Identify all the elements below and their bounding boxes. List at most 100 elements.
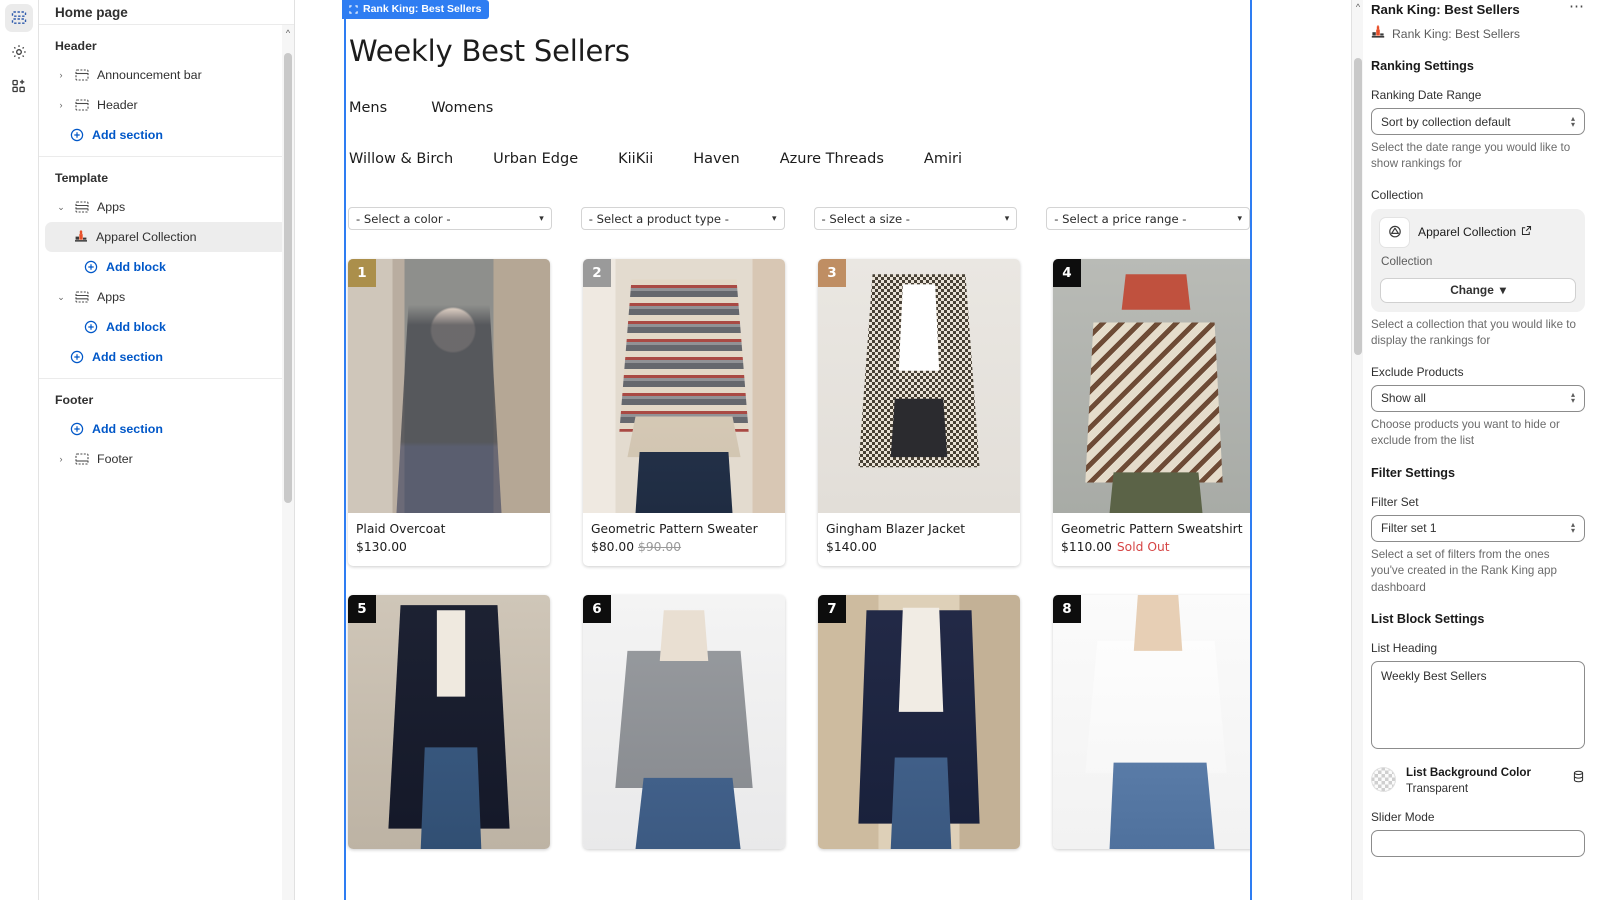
more-options-icon[interactable]: ⋯ [1569,0,1585,14]
ranking-date-range-value: Sort by collection default [1381,114,1511,129]
collection-name-text: Apparel Collection [1418,225,1517,240]
sidebar-item-label: Header [97,98,138,112]
add-section-button-header[interactable]: Add section [45,120,288,150]
transparent-swatch-icon[interactable] [1371,766,1396,792]
product-image: 4 [1053,259,1250,513]
collection-name[interactable]: Apparel Collection [1418,225,1532,239]
chevron-down-icon: ▾ [771,213,777,224]
add-block-button-2[interactable]: Add block [45,312,288,342]
product-price-row: $140.00 [826,540,1012,554]
add-block-button-1[interactable]: Add block [45,252,288,282]
updown-chevrons-icon: ▴ ▾ [1570,390,1575,406]
color-filter-select[interactable]: - Select a color - ▾ [348,207,552,230]
product-card[interactable]: 7 [818,595,1020,849]
rank-badge: 1 [348,259,376,287]
color-source-icon[interactable] [1572,770,1585,788]
sidebar-item-label: Apparel Collection [96,230,197,244]
tab-kiikii[interactable]: KiiKii [618,151,653,167]
price-range-filter-value: - Select a price range - [1054,211,1187,226]
plus-circle-icon [69,349,85,365]
settings-scrollbar-thumb[interactable] [1354,58,1362,355]
collection-thumbnail-icon [1380,217,1409,247]
rank-badge: 2 [583,259,611,287]
add-section-button-template[interactable]: Add section [45,342,288,372]
tab-amiri[interactable]: Amiri [924,151,962,167]
exclude-products-select[interactable]: Show all ▴ ▾ [1371,384,1585,412]
price-range-filter-select[interactable]: - Select a price range - ▾ [1046,207,1250,230]
sidebar-item-apps-2[interactable]: ⌄ Apps [45,282,288,312]
product-image: 6 [583,595,785,849]
tab-haven[interactable]: Haven [693,151,739,167]
list-background-color-label: List Background Color [1406,766,1531,780]
product-price: $110.00 [1061,540,1112,554]
section-icon [74,67,90,83]
change-button-label: Change [1450,283,1494,298]
product-title: Gingham Blazer Jacket [826,522,966,536]
sidebar-item-announcement-bar[interactable]: › Announcement bar [45,60,288,90]
plus-circle-icon [83,259,99,275]
product-info: Plaid Overcoat $130.00 [348,513,550,566]
sidebar-scrollbar-thumb[interactable] [284,53,292,503]
sidebar-item-apps-1[interactable]: ⌄ Apps [45,192,288,222]
ranking-settings-heading: Ranking Settings [1371,59,1474,73]
product-card[interactable]: 8 [1053,595,1250,849]
settings-gear-icon[interactable] [5,38,33,66]
collection-card-top: Apparel Collection [1380,217,1576,247]
scroll-up-icon[interactable]: ^ [283,27,293,39]
product-card[interactable]: 3 Gingham Blazer Jacket $140.00 [818,259,1020,566]
product-card[interactable]: 1 Plaid Overcoat $130.00 [348,259,550,566]
size-filter-value: - Select a size - [821,211,910,226]
product-card[interactable]: 5 [348,595,550,849]
list-heading-input[interactable]: Weekly Best Sellers [1371,661,1585,750]
sidebar-group-template: Template ⌄ Apps Apparel Collection Add b… [39,156,294,378]
external-link-icon[interactable] [1521,225,1532,239]
filter-set-select[interactable]: Filter set 1 ▴ ▾ [1371,514,1585,542]
ranking-date-range-help: Select the date range you would like to … [1371,141,1571,171]
add-section-label: Add section [92,422,163,436]
list-background-color-value: Transparent [1406,782,1469,796]
chevron-down-icon: ▾ [1499,283,1506,298]
slider-mode-select[interactable] [1371,830,1585,858]
product-card[interactable]: 2 Geometric Pattern Sweater $80.00 $90.00 [583,259,785,566]
product-type-filter-select[interactable]: - Select a product type - ▾ [580,207,785,230]
tab-azure-threads[interactable]: Azure Threads [780,151,884,167]
product-card[interactable]: 6 [583,595,785,849]
list-block-settings-heading: List Block Settings [1371,612,1485,627]
product-info: Gingham Blazer Jacket $140.00 [818,513,1020,566]
filter-set-value: Filter set 1 [1381,521,1437,536]
settings-header: Rank King: Best Sellers ⋯ [1371,0,1585,17]
sidebar-item-footer[interactable]: › Footer [45,444,288,474]
plus-circle-icon [83,319,99,335]
settings-content: Rank King: Best Sellers ⋯ Rank King: Bes… [1366,0,1585,858]
change-collection-button[interactable]: Change ▾ [1380,277,1576,303]
updown-chevrons-icon: ▴ ▾ [1570,520,1575,536]
settings-scrollbar[interactable]: ^ [1352,0,1363,900]
ranking-date-range-select[interactable]: Sort by collection default ▴ ▾ [1371,108,1585,135]
size-filter-select[interactable]: - Select a size - ▾ [813,207,1018,230]
left-icon-rail [0,0,39,900]
section-badge[interactable]: Rank King: Best Sellers [342,0,490,19]
tab-willow-and-birch[interactable]: Willow & Birch [349,151,453,167]
product-card[interactable]: 4 Geometric Pattern Sweatshirt $110.00 So… [1053,259,1250,566]
sidebar-item-header[interactable]: › Header [45,90,288,120]
settings-panel: ^ Rank King: Best Sellers ⋯ Rank King: B… [1351,0,1600,900]
tab-womens[interactable]: Womens [431,100,493,116]
product-grid-row-2: 5 6 7 8 [346,595,1250,849]
sidebar-item-label: Announcement bar [97,68,202,82]
list-background-color-row[interactable]: List Background Color Transparent [1371,763,1585,795]
chevron-right-icon: › [59,70,63,80]
scroll-up-icon[interactable]: ^ [1353,1,1363,13]
add-section-button-footer[interactable]: Add section [45,414,288,444]
sections-icon[interactable] [5,4,33,32]
tab-mens[interactable]: Mens [349,100,387,116]
sidebar-item-apparel-collection[interactable]: Apparel Collection [45,222,288,252]
chevron-right-icon: › [59,454,63,464]
apps-add-icon[interactable] [5,72,33,100]
rank-badge: 5 [348,595,376,623]
sidebar-scrollbar[interactable]: ^ [282,25,294,900]
rank-king-icon [1371,25,1385,43]
gender-tabs: Mens Womens [346,100,1250,116]
add-section-label: Add section [92,128,163,142]
rank-badge: 3 [818,259,846,287]
tab-urban-edge[interactable]: Urban Edge [493,151,578,167]
